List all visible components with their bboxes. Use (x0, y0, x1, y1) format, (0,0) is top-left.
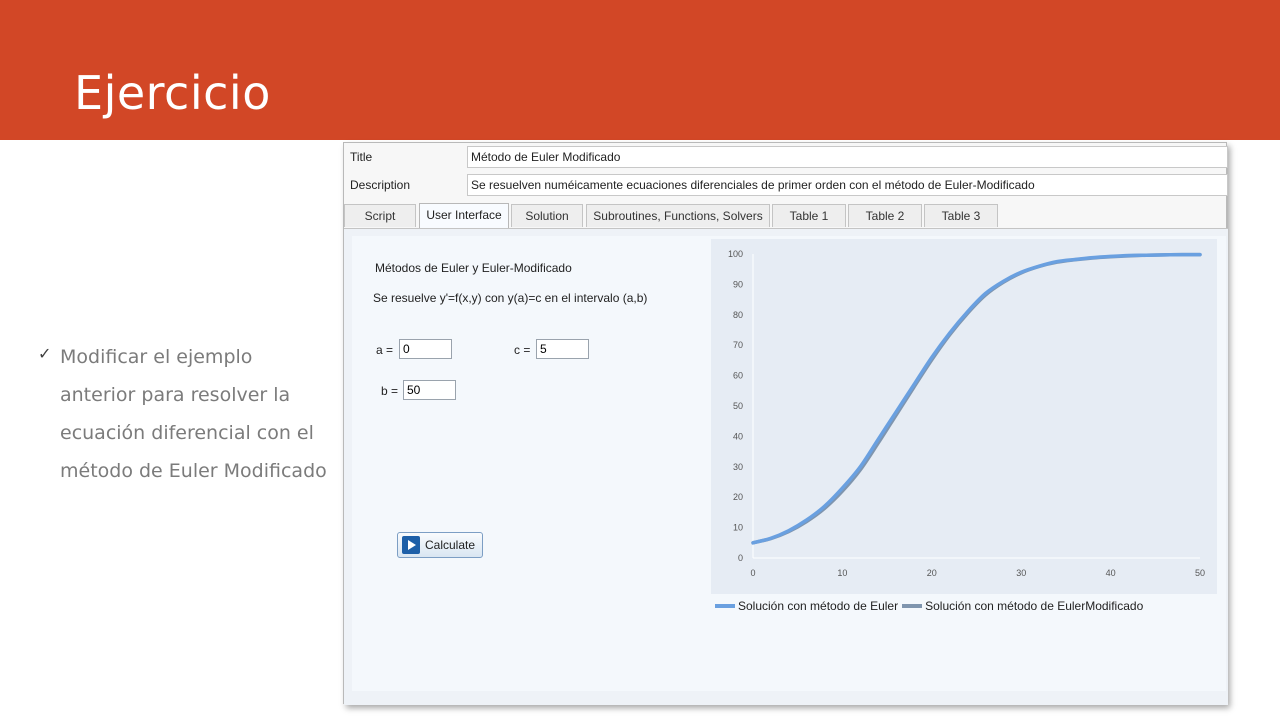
title-label: Title (350, 150, 373, 164)
y-tick-label: 50 (733, 401, 743, 411)
ui-description: Se resuelve y'=f(x,y) con y(a)=c en el i… (373, 291, 648, 305)
description-label: Description (350, 178, 411, 192)
y-tick-label: 0 (738, 553, 743, 563)
tab-user-interface[interactable]: User Interface (419, 203, 509, 228)
y-tick-label: 10 (733, 523, 743, 533)
x-tick-label: 50 (1195, 568, 1205, 578)
y-tick-label: 80 (733, 310, 743, 320)
legend-swatch-euler (715, 604, 735, 608)
tab-table-3[interactable]: Table 3 (924, 204, 998, 227)
y-tick-label: 70 (733, 340, 743, 350)
tab-table-1[interactable]: Table 1 (772, 204, 846, 227)
x-tick-label: 20 (927, 568, 937, 578)
play-icon (402, 536, 420, 554)
y-tick-label: 100 (728, 249, 743, 259)
description-row: Description Se resuelven numéicamente ec… (344, 171, 1228, 199)
tab-bar: Script User Interface Solution Subroutin… (344, 203, 1228, 228)
chart-svg: 0 10 20 30 40 50 60 70 80 90 100 0 10 20 30 40 50 (728, 249, 1205, 578)
checkmark-icon: ✓ (38, 346, 52, 363)
tab-script[interactable]: Script (344, 204, 416, 227)
tab-subroutines[interactable]: Subroutines, Functions, Solvers (586, 204, 770, 227)
title-banner: Ejercicio (0, 0, 1280, 140)
legend-label-euler-mod: Solución con método de EulerModificado (925, 599, 1144, 613)
x-tick-label: 30 (1016, 568, 1026, 578)
b-input[interactable]: 50 (403, 380, 456, 400)
bullet-text: Modificar el ejemplo anterior para resol… (60, 346, 327, 482)
tab-solution[interactable]: Solution (511, 204, 583, 227)
c-input[interactable]: 5 (536, 339, 589, 359)
c-label: c = (514, 343, 531, 357)
legend-swatch-euler-mod (902, 604, 923, 608)
b-label: b = (381, 384, 399, 398)
legend-label-euler: Solución con método de Euler (738, 599, 899, 613)
calculate-label: Calculate (425, 538, 476, 552)
series-line-euler (751, 252, 1202, 545)
a-label: a = (376, 343, 394, 357)
description-field[interactable]: Se resuelven numéicamente ecuaciones dif… (467, 174, 1228, 196)
y-tick-label: 30 (733, 462, 743, 472)
chart: 0 10 20 30 40 50 60 70 80 90 100 0 10 20 30 40 50 (711, 239, 1217, 594)
slide-title: Ejercicio (74, 66, 271, 120)
y-tick-label: 20 (733, 492, 743, 502)
ui-heading: Métodos de Euler y Euler-Modificado (375, 261, 572, 275)
title-field[interactable]: Método de Euler Modificado (467, 146, 1228, 168)
calculate-button[interactable]: Calculate (397, 532, 483, 558)
x-tick-label: 10 (837, 568, 847, 578)
x-tick-label: 40 (1106, 568, 1116, 578)
title-row: Title Método de Euler Modificado (344, 143, 1228, 171)
chart-legend: Solución con método de Euler Solución co… (715, 599, 1143, 613)
x-tick-label: 0 (750, 568, 755, 578)
app-window: Title Método de Euler Modificado Descrip… (343, 142, 1228, 705)
bullet-item: ✓ Modificar el ejemplo anterior para res… (38, 338, 328, 490)
series-line-euler-modificado (751, 252, 1202, 545)
y-tick-label: 90 (733, 279, 743, 289)
tab-table-2[interactable]: Table 2 (848, 204, 922, 227)
a-input[interactable]: 0 (399, 339, 452, 359)
y-tick-label: 60 (733, 371, 743, 381)
y-tick-label: 40 (733, 431, 743, 441)
